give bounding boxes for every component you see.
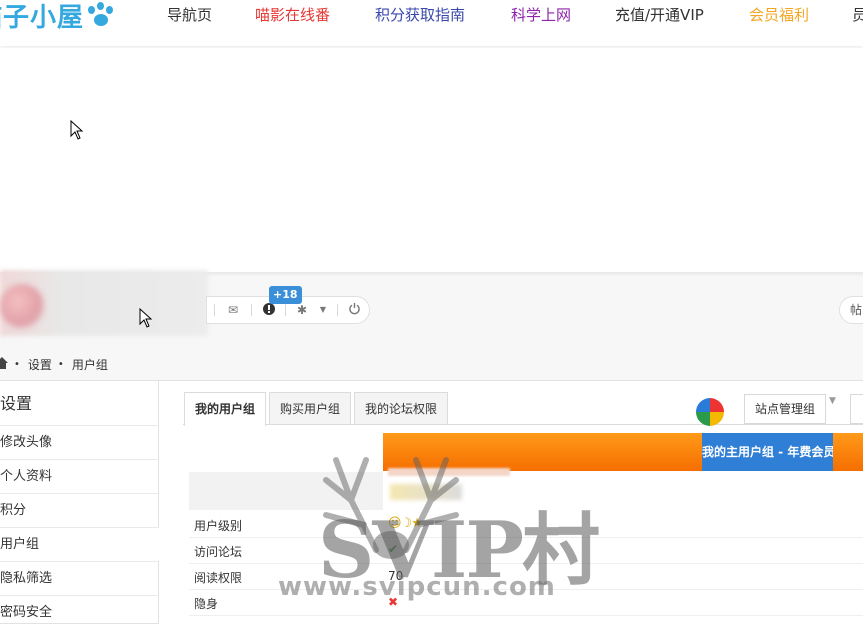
sidebar-item-privacy[interactable]: 隐私筛选 xyxy=(0,561,158,595)
sidebar-item-avatar[interactable]: 修改头像 xyxy=(0,425,158,459)
breadcrumb: • 设置 • 用户组 xyxy=(0,354,108,374)
site-manage-button[interactable]: 站点管理组 xyxy=(744,394,826,424)
logo-text: 喵子小屋 xyxy=(0,2,85,33)
divider xyxy=(337,304,338,316)
settings-icon[interactable]: ✱ xyxy=(294,302,310,318)
chevron-down-icon[interactable]: ▼ xyxy=(829,396,836,406)
nav-item-points-guide[interactable]: 积分获取指南 xyxy=(375,4,465,25)
avatar[interactable] xyxy=(0,284,44,328)
mouse-cursor-icon xyxy=(139,308,153,328)
row-label: 用户级别 xyxy=(194,519,243,533)
sidebar-item-profile[interactable]: 个人资料 xyxy=(0,459,158,493)
tab-forum-permissions[interactable]: 我的论坛权限 xyxy=(354,392,448,424)
mouse-cursor-icon xyxy=(70,120,84,140)
mail-icon[interactable]: ✉ xyxy=(225,302,241,318)
tab-my-usergroup[interactable]: 我的用户组 xyxy=(184,392,266,426)
main-usergroup-header: 我的主用户组 - 年费会员 xyxy=(702,433,833,471)
breadcrumb-separator: • xyxy=(14,358,20,370)
nav-item-member-benefits[interactable]: 会员福利 xyxy=(749,4,809,25)
sidebar-item-label: 用户组 xyxy=(0,537,40,552)
sidebar-item-label: 个人资料 xyxy=(0,469,53,484)
sidebar-item-label: 密码安全 xyxy=(0,605,53,620)
nav-item-home[interactable]: 导航页 xyxy=(167,4,212,25)
breadcrumb-usergroup[interactable]: 用户组 xyxy=(72,356,108,373)
tab-buy-usergroup[interactable]: 购买用户组 xyxy=(269,392,351,424)
usergroup-name-blurred xyxy=(388,468,510,476)
sidebar-item-usergroup[interactable]: 用户组 xyxy=(0,527,158,561)
site-logo-icon xyxy=(696,398,724,426)
top-navigation: 喵子小屋 导航页 喵影在线番 积分获取指南 科学上网 充值/开通VIP 会员福利… xyxy=(0,0,863,46)
divider xyxy=(251,304,252,316)
chevron-down-icon[interactable]: ▼ xyxy=(315,302,331,318)
paw-icon xyxy=(86,2,116,28)
notification-badge: +18 xyxy=(269,286,302,304)
row-label: 阅读权限 xyxy=(194,571,243,585)
site-logo[interactable]: 喵子小屋 xyxy=(0,0,116,33)
notification-icon[interactable] xyxy=(261,302,277,318)
breadcrumb-separator: • xyxy=(57,358,64,370)
sidebar-item-credits[interactable]: 积分 xyxy=(0,493,158,527)
divider xyxy=(285,304,286,316)
right-toolbar-button[interactable]: 帖 xyxy=(839,296,863,324)
nav-item-more[interactable]: 员 xyxy=(852,4,863,25)
sidebar-item-label: 隐私筛选 xyxy=(0,571,53,586)
nav-item-anime[interactable]: 喵影在线番 xyxy=(255,4,330,25)
row-label: 访问论坛 xyxy=(194,545,243,559)
blank-content-area xyxy=(0,48,863,274)
row-label: 隐身 xyxy=(194,597,219,611)
watermark-url: www.svipcun.com xyxy=(278,572,556,602)
power-icon[interactable] xyxy=(346,302,362,318)
sidebar-item-security[interactable]: 密码安全 xyxy=(0,595,158,624)
divider xyxy=(214,304,215,316)
nav-item-vpn[interactable]: 科学上网 xyxy=(511,4,571,25)
breadcrumb-settings[interactable]: 设置 xyxy=(28,356,52,373)
sidebar-title: 设置 xyxy=(0,394,33,413)
sidebar-item-label: 修改头像 xyxy=(0,435,53,450)
sidebar-item-label: 积分 xyxy=(0,503,27,518)
nav-item-vip[interactable]: 充值/开通VIP xyxy=(615,4,704,25)
home-icon[interactable] xyxy=(0,356,8,372)
more-button[interactable] xyxy=(850,394,863,424)
